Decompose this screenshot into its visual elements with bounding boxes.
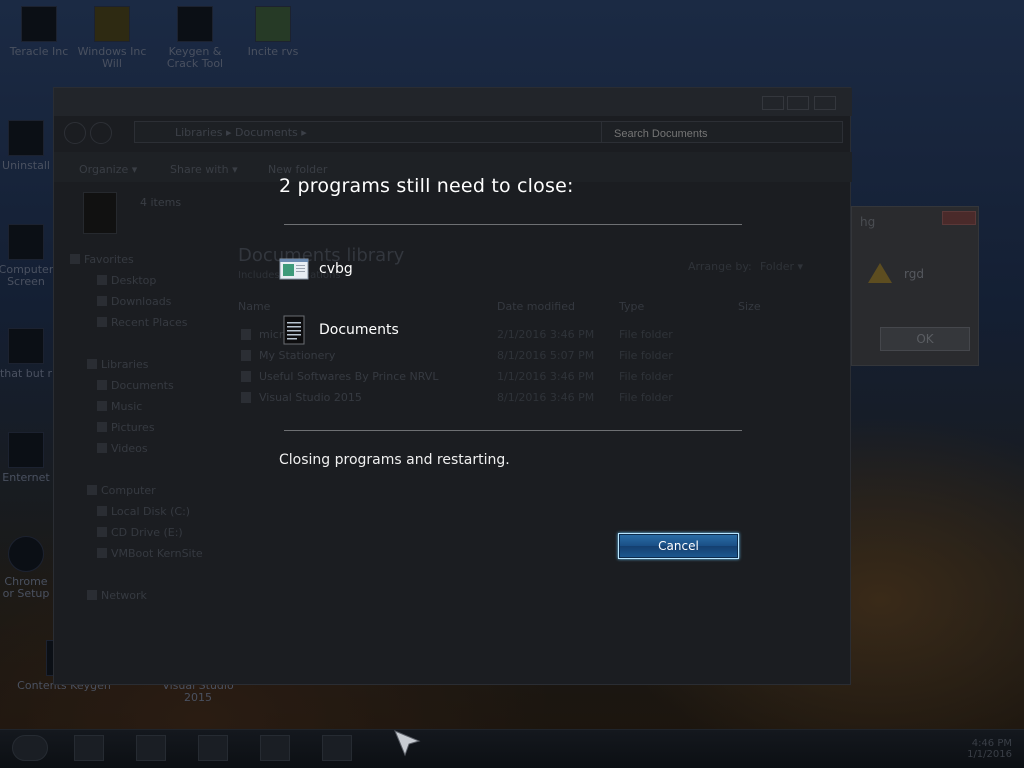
clock-time: 4:46 PM xyxy=(971,738,1012,749)
desktop-icon-label: Teracle Inc xyxy=(9,45,69,58)
divider xyxy=(284,224,742,225)
ok-button[interactable]: OK xyxy=(880,327,970,351)
program-name: Documents xyxy=(319,322,399,338)
taskbar-app-icon[interactable] xyxy=(74,735,104,761)
sidebar-computer[interactable]: Computer xyxy=(87,484,156,497)
forward-icon[interactable] xyxy=(90,122,112,144)
minimize-button[interactable] xyxy=(762,96,784,110)
dialog-title: hg xyxy=(860,215,876,229)
sidebar-libraries[interactable]: Libraries xyxy=(87,358,149,371)
arrange-by-dropdown[interactable]: Folder ▾ xyxy=(760,260,803,273)
document-thumbnail xyxy=(83,192,117,234)
file-row-type: File folder xyxy=(619,349,673,362)
taskbar-app-icon[interactable] xyxy=(260,735,290,761)
message-dialog: hg rgd OK xyxy=(851,206,979,366)
desktop-icon-label: Uninstall xyxy=(2,159,50,172)
back-icon[interactable] xyxy=(64,122,86,144)
file-row-type: File folder xyxy=(619,328,673,341)
folder-icon xyxy=(94,6,130,42)
desktop-icon[interactable]: Teracle Inc xyxy=(4,6,74,58)
close-button[interactable] xyxy=(942,211,976,225)
desktop-icon[interactable]: Computer Screen xyxy=(0,224,54,288)
taskbar: 4:46 PM 1/1/2016 xyxy=(0,729,1024,768)
sidebar-item-desktop[interactable]: Desktop xyxy=(96,274,156,287)
desktop-icon-label: Chrome or Setup xyxy=(2,575,50,600)
address-bar[interactable]: Libraries ▸ Documents ▸ xyxy=(134,121,619,143)
organize-button[interactable]: Organize ▾ xyxy=(79,163,137,176)
explorer-titlebar xyxy=(54,88,852,116)
file-row-date: 2/1/2016 3:46 PM xyxy=(497,328,595,341)
sidebar-favorites[interactable]: Favorites xyxy=(70,253,134,266)
column-header-date[interactable]: Date modified xyxy=(497,300,575,313)
sidebar-item-vmware[interactable]: VMBoot KernSite xyxy=(97,547,203,560)
close-button[interactable] xyxy=(814,96,836,110)
sidebar-network[interactable]: Network xyxy=(87,589,147,602)
column-header-type[interactable]: Type xyxy=(619,300,644,313)
status-text: Closing programs and restarting. xyxy=(279,452,510,468)
cancel-button[interactable]: Cancel xyxy=(618,533,739,559)
desktop-icon-label: Computer Screen xyxy=(0,263,54,288)
clock-date: 1/1/2016 xyxy=(967,749,1012,760)
sidebar-item-cd-drive[interactable]: CD Drive (E:) xyxy=(97,526,183,539)
app-icon xyxy=(21,6,57,42)
notepad-window-icon xyxy=(279,258,309,280)
document-icon xyxy=(283,315,305,345)
desktop-icon[interactable]: Uninstall xyxy=(0,120,54,172)
file-row-name[interactable]: Useful Softwares By Prince NRVL xyxy=(240,370,438,383)
dialog-message: rgd xyxy=(904,267,924,281)
desktop-icon-label: that but r xyxy=(0,367,53,380)
clock[interactable]: 4:46 PM 1/1/2016 xyxy=(967,738,1012,760)
shutdown-title: 2 programs still need to close: xyxy=(279,175,574,197)
warning-icon xyxy=(868,263,892,283)
app-icon xyxy=(8,328,44,364)
desktop-icon[interactable]: Incite rvs xyxy=(238,6,308,58)
column-header-name[interactable]: Name xyxy=(238,300,270,313)
desktop-icon[interactable]: Chrome or Setup xyxy=(0,536,54,600)
desktop-icon[interactable]: Enternet xyxy=(0,432,54,484)
desktop-icon-label: Enternet xyxy=(2,471,50,484)
divider xyxy=(284,430,742,431)
taskbar-app-icon[interactable] xyxy=(136,735,166,761)
desktop-icon[interactable]: Keygen & Crack Tool xyxy=(160,6,230,70)
sidebar-item-documents[interactable]: Documents xyxy=(97,379,174,392)
file-row-date: 8/1/2016 5:07 PM xyxy=(497,349,595,362)
maximize-button[interactable] xyxy=(787,96,809,110)
search-input[interactable] xyxy=(601,121,843,143)
item-count: 4 items xyxy=(140,196,182,209)
sidebar-item-recent[interactable]: Recent Places xyxy=(97,316,188,329)
desktop-icon[interactable]: that but r xyxy=(0,328,54,380)
desktop-icon-label: Windows Inc Will xyxy=(77,45,147,70)
desktop-icon-label: Incite rvs xyxy=(247,45,299,58)
column-header-size[interactable]: Size xyxy=(738,300,761,313)
arrange-by-label: Arrange by: xyxy=(688,260,752,273)
app-icon xyxy=(177,6,213,42)
file-row-date: 8/1/2016 3:46 PM xyxy=(497,391,595,404)
program-name: cvbg xyxy=(319,261,353,277)
sidebar-item-videos[interactable]: Videos xyxy=(97,442,148,455)
file-row-name[interactable]: Visual Studio 2015 xyxy=(241,391,362,404)
desktop-icon[interactable]: Windows Inc Will xyxy=(77,6,147,70)
file-row-name[interactable]: My Stationery xyxy=(240,349,335,362)
file-row-type: File folder xyxy=(619,391,673,404)
app-icon xyxy=(8,120,44,156)
desktop-icon-label: Keygen & Crack Tool xyxy=(166,45,224,70)
chrome-icon xyxy=(8,536,44,572)
file-row-date: 1/1/2016 3:46 PM xyxy=(497,370,595,383)
taskbar-app-icon[interactable] xyxy=(322,735,352,761)
app-icon xyxy=(8,432,44,468)
sidebar-item-downloads[interactable]: Downloads xyxy=(96,295,171,308)
start-button[interactable] xyxy=(12,735,48,761)
file-icon xyxy=(255,6,291,42)
sidebar-item-pictures[interactable]: Pictures xyxy=(97,421,155,434)
app-icon xyxy=(8,224,44,260)
mouse-cursor-icon xyxy=(394,730,421,757)
file-row-type: File folder xyxy=(619,370,673,383)
share-with-button[interactable]: Share with ▾ xyxy=(170,163,238,176)
sidebar-item-music[interactable]: Music xyxy=(96,400,142,413)
taskbar-app-icon[interactable] xyxy=(198,735,228,761)
sidebar-item-local-disk[interactable]: Local Disk (C:) xyxy=(96,505,190,518)
